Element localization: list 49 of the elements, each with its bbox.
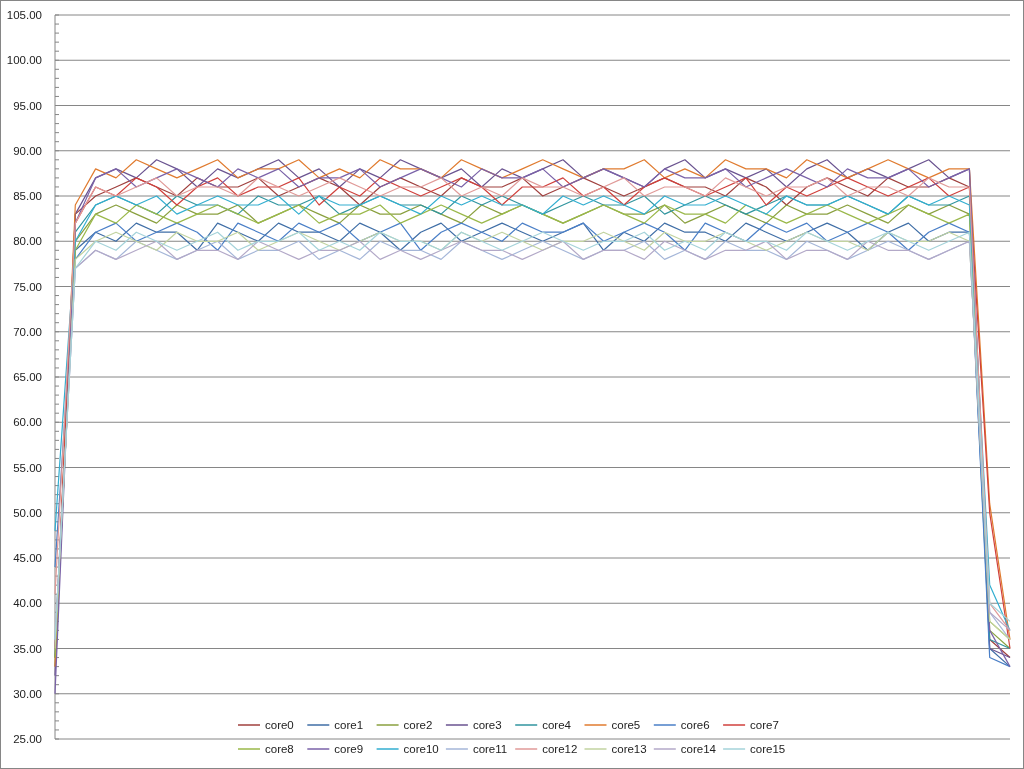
legend-item: core6 xyxy=(653,719,710,731)
legend-item: core15 xyxy=(722,743,786,755)
axis-label: 75.00 xyxy=(13,280,42,293)
legend-label: core0 xyxy=(265,719,294,731)
legend-item: core1 xyxy=(306,719,364,731)
axis-label: 60.00 xyxy=(13,416,42,429)
legend-item: core7 xyxy=(722,719,779,731)
axis-label: 50.00 xyxy=(13,506,42,519)
legend-label: core13 xyxy=(611,743,647,755)
axis-label: 70.00 xyxy=(13,325,42,338)
legend-label: core15 xyxy=(750,743,786,755)
axis-label: 100.00 xyxy=(6,54,42,67)
axis-label: 80.00 xyxy=(13,235,42,248)
axis-label: 85.00 xyxy=(13,190,42,202)
legend-item: core3 xyxy=(445,719,502,731)
legend-label: core8 xyxy=(265,743,294,755)
axis-label: 55.00 xyxy=(13,461,42,474)
legend-item: core8 xyxy=(237,743,294,755)
legend-label: core3 xyxy=(472,719,502,731)
axis-label: 95.00 xyxy=(13,99,42,112)
axis-label: 65.00 xyxy=(13,371,42,383)
axis-label: 30.00 xyxy=(13,687,42,700)
axis-label: 35.00 xyxy=(13,642,42,655)
legend-label: core11 xyxy=(472,743,508,755)
legend-item: core14 xyxy=(653,743,716,755)
legend-label: core12 xyxy=(542,743,578,755)
legend-label: core10 xyxy=(403,743,439,755)
legend-label: core2 xyxy=(403,719,433,731)
legend-label: core4 xyxy=(542,719,572,731)
legend-label: core6 xyxy=(680,719,710,731)
axis-label: 45.00 xyxy=(13,552,42,564)
legend-item: core9 xyxy=(306,743,364,755)
legend-label: core1 xyxy=(334,719,364,731)
legend-item: core12 xyxy=(514,743,578,755)
legend-label: core5 xyxy=(611,719,641,731)
axis-label: 25.00 xyxy=(13,733,42,745)
legend-label: core14 xyxy=(680,743,717,755)
legend-item: core5 xyxy=(583,719,641,731)
axis-label: 105.00 xyxy=(6,9,42,21)
legend-item: core0 xyxy=(237,719,294,731)
axis-label: 40.00 xyxy=(13,597,42,610)
legend-item: core13 xyxy=(583,743,647,755)
axis-label: 90.00 xyxy=(13,144,42,157)
legend-item: core4 xyxy=(514,719,571,731)
legend-item: core2 xyxy=(375,719,433,731)
legend-item: core11 xyxy=(445,743,508,755)
legend-label: core7 xyxy=(750,719,779,731)
legend-item: core10 xyxy=(375,743,439,755)
legend-label: core9 xyxy=(334,743,364,755)
